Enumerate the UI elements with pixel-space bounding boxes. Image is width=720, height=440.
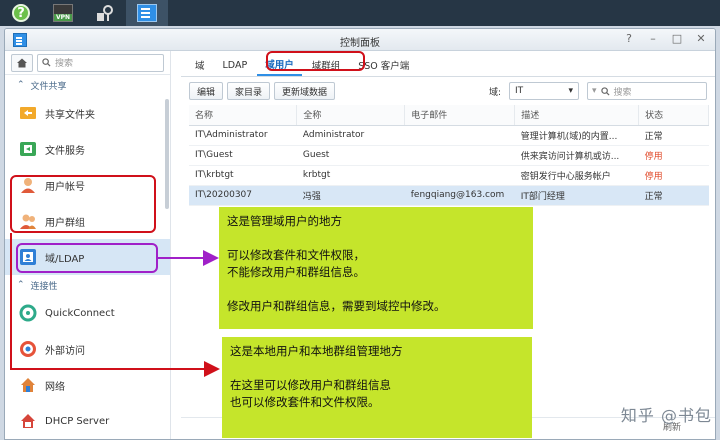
column-header-status[interactable]: 状态	[638, 105, 709, 126]
sidebar-item-dhcp-server[interactable]: DHCP Server	[5, 403, 170, 439]
toolbar: 编辑 家目录 更新域数据 域: IT ▾ ▾ 搜索	[181, 77, 715, 105]
sidebar-scrollbar[interactable]	[165, 99, 169, 209]
home-button[interactable]	[11, 53, 33, 72]
help-button[interactable]: ?	[0, 0, 42, 26]
section-connectivity[interactable]: ⌃ 连接性	[5, 275, 170, 295]
window-title: 控制面板	[340, 38, 380, 49]
tab-domain[interactable]: 域	[187, 54, 213, 76]
external-access-icon	[20, 341, 36, 357]
column-header-email[interactable]: 电子邮件	[404, 105, 516, 126]
minimize-icon[interactable]: –	[645, 32, 661, 45]
network-icon	[21, 378, 35, 392]
status-text: 正常	[638, 125, 709, 146]
user-search-input[interactable]: ▾ 搜索	[587, 82, 707, 100]
table-header-row: 名称 全称 电子邮件 描述 状态	[189, 105, 709, 126]
users-table: 名称 全称 电子邮件 描述 状态 IT\Administrator Admini…	[189, 105, 709, 206]
status-text: 停用	[638, 165, 709, 186]
sidebar-item-external-access[interactable]: 外部访问	[5, 331, 170, 367]
vpn-icon: VPN	[53, 4, 73, 22]
sidebar-item-file-services[interactable]: 文件服务	[5, 131, 170, 167]
help-icon[interactable]: ?	[621, 32, 637, 45]
status-text: 停用	[638, 145, 709, 166]
note-local-users: 这是本地用户和本地群组管理地方 在这里可以修改用户和群组信息 也可以修改套件和文…	[222, 337, 532, 438]
edit-button[interactable]: 编辑	[189, 82, 224, 100]
quickconnect-icon	[19, 304, 37, 322]
control-panel-icon	[137, 4, 157, 22]
tools-icon	[97, 5, 113, 21]
home-directory-button[interactable]: 家目录	[227, 82, 271, 100]
file-services-icon	[20, 142, 36, 156]
annotation-local-users-highlight	[10, 175, 156, 233]
sidebar-item-shared-folder[interactable]: 共享文件夹	[5, 95, 170, 131]
caret-down-icon: ▾	[568, 86, 573, 96]
column-header-fullname[interactable]: 全称	[296, 105, 406, 126]
filter-icon: ▾	[592, 86, 597, 96]
home-icon	[17, 58, 27, 67]
titlebar: 控制面板 ? – □ ✕	[5, 29, 715, 51]
sidebar-item-network[interactable]: 网络	[5, 367, 170, 403]
search-icon	[600, 86, 610, 96]
annotation-domain-ldap-highlight	[16, 243, 158, 273]
table-row[interactable]: IT\20200307 冯强 fengqiang@163.com IT部门经理 …	[189, 185, 709, 206]
table-row[interactable]: IT\krbtgt krbtgt 密钥发行中心服务帐户 停用	[189, 165, 709, 186]
table-row[interactable]: IT\Administrator Administrator 管理计算机(域)的…	[189, 125, 709, 146]
help-icon: ?	[12, 4, 30, 22]
domain-label: 域:	[488, 87, 501, 98]
close-icon[interactable]: ✕	[693, 32, 709, 45]
note-domain-users: 这是管理域用户的地方 可以修改套件和文件权限， 不能修改用户和群组信息。 修改用…	[219, 207, 533, 329]
section-file-sharing[interactable]: ⌃ 文件共享	[5, 75, 170, 95]
control-panel-task-button[interactable]	[126, 0, 168, 26]
taskbar: ? VPN	[0, 0, 720, 227]
update-domain-data-button[interactable]: 更新域数据	[274, 82, 336, 100]
dhcp-server-icon	[21, 414, 35, 428]
annotation-tabs-highlight	[266, 51, 365, 71]
search-icon	[42, 58, 51, 67]
shared-folder-icon	[20, 107, 36, 119]
chevron-up-icon: ⌃	[17, 280, 25, 290]
tab-bar: 域 LDAP 域用户 域群组 SSO 客户端	[181, 51, 715, 77]
vpn-button[interactable]: VPN	[42, 0, 84, 26]
table-row[interactable]: IT\Guest Guest 供来宾访问计算机或访... 停用	[189, 145, 709, 166]
chevron-up-icon: ⌃	[17, 80, 25, 90]
sidebar-search-input[interactable]: 搜索	[37, 53, 164, 72]
column-header-description[interactable]: 描述	[514, 105, 640, 126]
tools-button[interactable]	[84, 0, 126, 26]
column-header-name[interactable]: 名称	[189, 105, 298, 126]
status-text: 正常	[638, 185, 709, 206]
watermark: 知乎 @书包	[620, 406, 712, 425]
maximize-icon[interactable]: □	[669, 32, 685, 45]
tab-ldap[interactable]: LDAP	[215, 54, 256, 76]
domain-select[interactable]: IT ▾	[509, 82, 579, 100]
sidebar-item-quickconnect[interactable]: QuickConnect	[5, 295, 170, 331]
